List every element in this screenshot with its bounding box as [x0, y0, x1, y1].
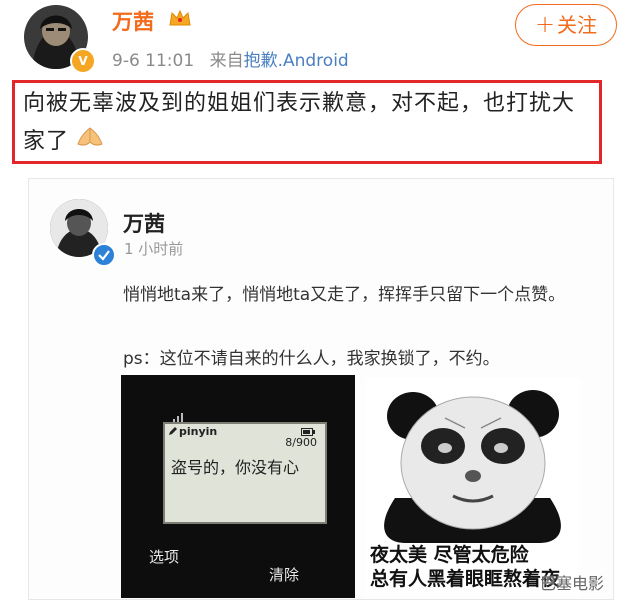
quoted-username: 万茜 — [123, 212, 165, 236]
verified-badge-icon: V — [70, 48, 96, 74]
pen-icon — [168, 426, 178, 439]
meme-caption-line1: 夜太美 尽管太危险 — [370, 544, 529, 566]
post-time: 9-6 11:01 — [112, 51, 195, 71]
follow-label: 关注 — [557, 13, 598, 37]
follow-button[interactable]: + 关注 — [515, 4, 617, 46]
phone-photo: pinyin 8/900 盗号的，你没有心 选项 清除 — [121, 375, 355, 598]
username[interactable]: 万茜 — [112, 6, 154, 36]
panda-face-icon — [384, 390, 561, 543]
meme-caption-line2: 总有人黑着眼眶熬着夜 — [370, 568, 561, 590]
post-text-content: 向被无辜波及到的姐姐们表示歉意，对不起，也打扰大家了 — [23, 91, 576, 154]
meme-caption: 夜太美 尽管太危险 总有人黑着眼眶熬着夜 — [370, 543, 560, 591]
phone-soft-key-right: 清除 — [269, 566, 300, 584]
quoted-text-line1: 悄悄地ta来了，悄悄地ta又走了，挥挥手只留下一个点赞。 — [123, 285, 566, 305]
quoted-time: 1 小时前 — [124, 240, 184, 258]
quoted-text-line2: ps：这位不请自来的什么人，我家换锁了，不约。 — [123, 349, 500, 369]
post-text: 向被无辜波及到的姐姐们表示歉意，对不起，也打扰大家了 — [23, 85, 595, 161]
plus-icon: + — [534, 10, 556, 38]
phone-soft-key-left: 选项 — [149, 548, 180, 566]
source-prefix: 来自 — [209, 51, 244, 71]
praying-hands-icon — [75, 123, 105, 161]
phone-message: 盗号的，你没有心 — [171, 458, 300, 477]
char-counter: 8/900 — [285, 436, 317, 449]
crown-icon — [168, 8, 192, 32]
verified-check-icon — [92, 243, 116, 267]
phone-screen: pinyin 8/900 盗号的，你没有心 — [163, 422, 327, 524]
input-mode: pinyin — [179, 425, 218, 438]
source-link[interactable]: 抱歉.Android — [244, 51, 349, 71]
watermark: 巴塞电影 — [540, 574, 605, 593]
post-meta: 9-6 11:01 来自抱歉.Android — [112, 46, 349, 71]
phone-status-bar: pinyin 8/900 — [165, 424, 325, 449]
